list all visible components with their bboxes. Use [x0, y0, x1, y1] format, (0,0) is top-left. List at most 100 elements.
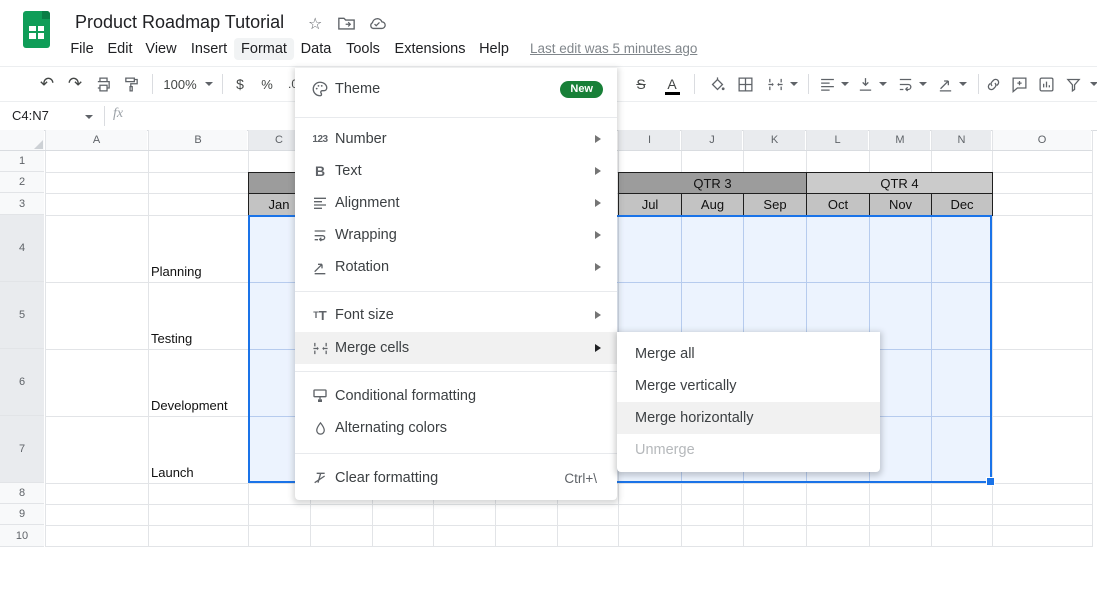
cell-month-aug[interactable]: Aug	[681, 193, 744, 216]
name-box-caret-icon[interactable]	[84, 108, 94, 126]
row-header-10[interactable]: 10	[0, 525, 44, 547]
bold-text-icon: B	[314, 163, 326, 179]
text-rotation-icon[interactable]	[936, 75, 954, 93]
column-header-J[interactable]: J	[682, 130, 742, 150]
print-icon[interactable]	[94, 75, 112, 93]
toolbar-divider	[222, 74, 223, 94]
undo-icon[interactable]: ↶	[38, 74, 56, 93]
row-header-4[interactable]: 4	[0, 215, 44, 282]
cell-month-dec[interactable]: Dec	[931, 193, 993, 216]
zoom-select[interactable]: 100%	[160, 75, 200, 93]
insert-comment-icon[interactable]	[1010, 75, 1028, 93]
menu-view[interactable]: View	[138, 38, 183, 60]
cell-qtr4-header[interactable]: QTR 4	[806, 172, 993, 194]
cell-task-testing[interactable]: Testing	[148, 282, 248, 349]
menu-item-number[interactable]: 123 Number	[295, 123, 617, 155]
column-header-L[interactable]: L	[807, 130, 868, 150]
palette-icon	[308, 73, 332, 105]
name-box[interactable]: C4:N7	[12, 108, 49, 123]
alignment-icon	[308, 187, 332, 219]
text-wrap-caret-icon[interactable]	[918, 75, 928, 93]
text-wrap-icon[interactable]	[896, 75, 914, 93]
menu-item-wrapping[interactable]: Wrapping	[295, 219, 617, 251]
menu-tools[interactable]: Tools	[339, 38, 387, 60]
menu-help[interactable]: Help	[472, 38, 516, 60]
cell-task-development[interactable]: Development	[148, 349, 248, 416]
menu-file[interactable]: File	[63, 38, 100, 60]
number-123-icon: 123	[312, 133, 328, 145]
menu-format[interactable]: Format	[234, 38, 294, 60]
filter-caret-icon[interactable]	[1089, 75, 1097, 93]
row-header-8[interactable]: 8	[0, 483, 44, 504]
menu-item-text[interactable]: B Text	[295, 155, 617, 187]
insert-link-icon[interactable]	[984, 75, 1002, 93]
menu-item-theme[interactable]: Theme New	[295, 73, 617, 105]
vertical-align-caret-icon[interactable]	[878, 75, 888, 93]
merge-cells-icon[interactable]	[766, 75, 784, 93]
menu-item-font-size[interactable]: TT Font size	[295, 299, 617, 331]
submenu-item-merge-vertically[interactable]: Merge vertically	[617, 370, 880, 402]
format-percent-button[interactable]: %	[259, 75, 275, 93]
column-header-I[interactable]: I	[619, 130, 680, 150]
select-all-corner[interactable]	[0, 130, 44, 150]
row-header-5[interactable]: 5	[0, 282, 44, 349]
menu-item-clear-formatting[interactable]: Clear formatting Ctrl+\	[295, 462, 617, 494]
cell-month-nov[interactable]: Nov	[869, 193, 932, 216]
menu-insert[interactable]: Insert	[184, 38, 234, 60]
row-header-6[interactable]: 6	[0, 349, 44, 416]
strikethrough-button[interactable]: S	[633, 75, 649, 93]
format-menu: Theme New 123 Number B Text Alignment Wr…	[295, 68, 617, 500]
text-color-button[interactable]: A	[664, 75, 681, 95]
cell-month-oct[interactable]: Oct	[806, 193, 870, 216]
zoom-caret-icon[interactable]	[204, 75, 214, 93]
column-header-N[interactable]: N	[932, 130, 991, 150]
column-header-B[interactable]: B	[149, 130, 247, 150]
clear-formatting-icon	[308, 462, 332, 494]
fill-handle[interactable]	[986, 477, 995, 486]
row-header-2[interactable]: 2	[0, 172, 44, 193]
row-header-3[interactable]: 3	[0, 193, 44, 215]
column-header-M[interactable]: M	[870, 130, 930, 150]
submenu-item-merge-all[interactable]: Merge all	[617, 338, 880, 370]
submenu-arrow-icon	[595, 263, 601, 271]
menu-item-alternating-colors[interactable]: Alternating colors	[295, 412, 617, 444]
menu-item-alignment[interactable]: Alignment	[295, 187, 617, 219]
document-title[interactable]: Product Roadmap Tutorial	[75, 12, 284, 33]
row-header-1[interactable]: 1	[0, 151, 44, 172]
cell-task-planning[interactable]: Planning	[148, 215, 248, 282]
menu-item-conditional-formatting[interactable]: Conditional formatting	[295, 380, 617, 412]
redo-icon[interactable]: ↷	[66, 74, 84, 93]
move-to-folder-icon[interactable]	[338, 16, 355, 35]
star-icon[interactable]: ☆	[308, 14, 322, 34]
row-header-7[interactable]: 7	[0, 416, 44, 483]
row-header-9[interactable]: 9	[0, 504, 44, 525]
fill-color-icon[interactable]	[708, 75, 726, 93]
menu-extensions[interactable]: Extensions	[388, 38, 473, 60]
merge-caret-icon[interactable]	[789, 75, 799, 93]
filter-icon[interactable]	[1064, 75, 1082, 93]
cell-month-jul[interactable]: Jul	[618, 193, 682, 216]
vertical-align-icon[interactable]	[856, 75, 874, 93]
last-edit-link[interactable]: Last edit was 5 minutes ago	[530, 41, 697, 56]
horizontal-align-caret-icon[interactable]	[840, 75, 850, 93]
column-header-O[interactable]: O	[993, 130, 1091, 150]
text-rotation-caret-icon[interactable]	[958, 75, 968, 93]
submenu-item-merge-horizontally[interactable]: Merge horizontally	[617, 402, 880, 434]
column-header-K[interactable]: K	[744, 130, 805, 150]
insert-chart-icon[interactable]	[1037, 75, 1055, 93]
column-header-A[interactable]: A	[46, 130, 147, 150]
cell-qtr3-header[interactable]: QTR 3	[618, 172, 807, 194]
menu-item-merge-cells[interactable]: Merge cells	[295, 332, 617, 364]
cell-month-sep[interactable]: Sep	[743, 193, 807, 216]
menu-edit[interactable]: Edit	[101, 38, 140, 60]
paint-format-icon[interactable]	[122, 75, 140, 93]
menu-item-rotation[interactable]: Rotation	[295, 251, 617, 283]
sheets-logo-icon[interactable]	[23, 11, 50, 48]
borders-icon[interactable]	[736, 75, 754, 93]
cell-task-launch[interactable]: Launch	[148, 416, 248, 483]
submenu-arrow-icon	[595, 344, 601, 352]
format-currency-button[interactable]: $	[232, 75, 248, 93]
horizontal-align-icon[interactable]	[818, 75, 836, 93]
menu-data[interactable]: Data	[294, 38, 339, 60]
cloud-status-icon[interactable]	[368, 17, 386, 35]
